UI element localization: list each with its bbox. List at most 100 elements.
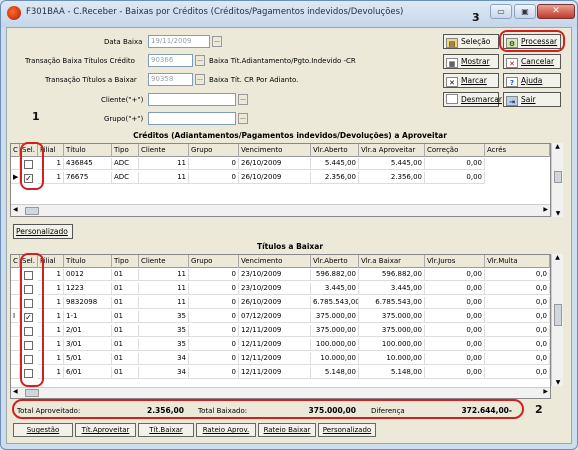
row-indicator: [11, 367, 20, 379]
table-cell: 5.148,00: [359, 367, 425, 379]
selecao-button-label: Seleção: [461, 37, 491, 46]
mostrar-button[interactable]: ▦ Mostrar: [443, 54, 499, 69]
column-header[interactable]: C: [11, 255, 20, 268]
grupo-lookup-icon[interactable]: ...: [238, 113, 248, 124]
creditos-hscroll-thumb[interactable]: [25, 207, 39, 215]
table-cell: 07/12/2009: [239, 311, 311, 323]
maximize-button[interactable]: ▣: [514, 4, 536, 19]
marcar-button[interactable]: ✕ Marcar: [443, 73, 499, 88]
data-baixa-label: Data Baixa: [104, 38, 143, 46]
table-cell: 35: [139, 325, 189, 337]
personalizado-bottom-button[interactable]: Personalizado: [318, 423, 376, 437]
column-header[interactable]: Vencimento: [239, 144, 311, 157]
scroll-left-icon[interactable]: ◀: [13, 206, 18, 213]
row-indicator: [11, 158, 20, 170]
cancelar-button[interactable]: ✕ Cancelar: [503, 54, 561, 69]
table-cell: 12/11/2009: [239, 339, 311, 351]
column-header[interactable]: Correção: [425, 144, 485, 157]
column-header[interactable]: Vlr.Multa: [485, 255, 550, 268]
desmarcar-button[interactable]: Desmarcar: [443, 92, 502, 107]
callout-1: 1: [32, 110, 40, 123]
folder-icon: ▤: [446, 38, 458, 48]
table-cell: 01: [112, 283, 139, 295]
ajuda-button[interactable]: ? Ajuda: [503, 73, 561, 88]
column-header[interactable]: Vlr.a Baixar: [359, 255, 425, 268]
scroll-up-icon[interactable]: ▲: [552, 143, 563, 150]
scroll-down-icon[interactable]: ▼: [552, 210, 564, 217]
column-header[interactable]: Vlr.Aberto: [311, 255, 359, 268]
cliente-field[interactable]: [148, 93, 236, 106]
cliente-lookup-icon[interactable]: ...: [238, 94, 248, 105]
personalizado-button[interactable]: Personalizado: [13, 224, 73, 239]
table-cell: 9832098: [64, 297, 112, 309]
scroll-down-icon[interactable]: ▼: [552, 379, 564, 386]
creditos-vscrollbar[interactable]: ▲ ▼: [551, 143, 563, 217]
table-cell: 436845: [64, 158, 112, 170]
table-cell: 3.445,00: [311, 283, 359, 295]
column-header[interactable]: Grupo: [189, 144, 239, 157]
creditos-vscroll-thumb[interactable]: [554, 171, 562, 183]
scroll-left-icon[interactable]: ◀: [13, 388, 18, 395]
column-header[interactable]: Tipo: [112, 255, 139, 268]
column-header[interactable]: Vlr.a Aproveitar: [359, 144, 425, 157]
table-cell: 596.882,00: [311, 269, 359, 281]
table-cell: 0,0: [485, 269, 550, 281]
tit-aproveitar-button[interactable]: Tít.Aproveitar: [75, 423, 136, 437]
scroll-right-icon[interactable]: ▶: [543, 206, 548, 213]
table-cell: 2.356,00: [311, 172, 359, 184]
rateio-baixar-button[interactable]: Rateio Baixar: [258, 423, 316, 437]
table-cell: 26/10/2009: [239, 158, 311, 170]
abaixar-vscroll-thumb[interactable]: [554, 304, 562, 326]
trans-credito-lookup-icon[interactable]: ...: [195, 55, 205, 66]
table-cell: 0,00: [425, 311, 485, 323]
creditos-hscrollbar[interactable]: ◀ ▶: [11, 204, 550, 216]
trans-abaixar-field[interactable]: 90358: [148, 73, 193, 86]
table-cell: 6.785.543,00: [311, 297, 359, 309]
abaixar-vscrollbar[interactable]: ▲ ▼: [551, 254, 563, 386]
cancelar-button-label: Cancelar: [521, 57, 555, 66]
sugestao-button[interactable]: Sugestão: [13, 423, 73, 437]
selecao-button[interactable]: ▤ Seleção: [443, 34, 499, 49]
table-cell: 23/10/2009: [239, 269, 311, 281]
column-header[interactable]: Cliente: [139, 144, 189, 157]
desmarcar-button-label: Desmarcar: [461, 95, 502, 104]
sair-button[interactable]: ⇥ Sair: [503, 92, 561, 107]
table-cell: 0,00: [425, 353, 485, 365]
exit-icon: ⇥: [506, 96, 518, 106]
table-cell: 0,00: [425, 325, 485, 337]
abaixar-hscroll-thumb[interactable]: [25, 389, 39, 397]
column-header[interactable]: Título: [64, 144, 112, 157]
callout-2: 2: [535, 403, 543, 416]
column-header[interactable]: Cliente: [139, 255, 189, 268]
column-header[interactable]: Tipo: [112, 144, 139, 157]
data-baixa-field[interactable]: 19/11/2009: [148, 35, 210, 48]
column-header[interactable]: Grupo: [189, 255, 239, 268]
close-button[interactable]: ✕: [537, 4, 575, 19]
table-cell: 35: [139, 311, 189, 323]
table-cell: 6/01: [64, 367, 112, 379]
trans-credito-field[interactable]: 90366: [148, 54, 193, 67]
rateio-aprov-button[interactable]: Rateio Aprov.: [196, 423, 256, 437]
table-cell: ADC: [112, 172, 139, 184]
marcar-button-label: Marcar: [461, 76, 487, 85]
table-cell: 0,0: [485, 325, 550, 337]
abaixar-hscrollbar[interactable]: ◀ ▶: [11, 387, 550, 398]
tit-baixar-button[interactable]: Tít.Baixar: [138, 423, 194, 437]
table-cell: 1223: [64, 283, 112, 295]
minimize-button[interactable]: ▭: [490, 4, 512, 19]
scroll-up-icon[interactable]: ▲: [552, 254, 563, 261]
column-header[interactable]: Acrés: [485, 144, 550, 157]
trans-abaixar-lookup-icon[interactable]: ...: [195, 74, 205, 85]
column-header[interactable]: Título: [64, 255, 112, 268]
column-header[interactable]: Vlr.Juros: [425, 255, 485, 268]
calendar-ellipsis: ...: [214, 37, 220, 44]
column-header[interactable]: C: [11, 144, 20, 157]
grupo-field[interactable]: [148, 112, 236, 125]
column-header[interactable]: Vencimento: [239, 255, 311, 268]
help-icon: ?: [506, 77, 518, 87]
table-cell: 12/11/2009: [239, 325, 311, 337]
scroll-right-icon[interactable]: ▶: [543, 388, 548, 395]
column-header[interactable]: Vlr.Aberto: [311, 144, 359, 157]
calendar-icon[interactable]: ...: [212, 36, 222, 47]
table-cell: 11: [139, 158, 189, 170]
